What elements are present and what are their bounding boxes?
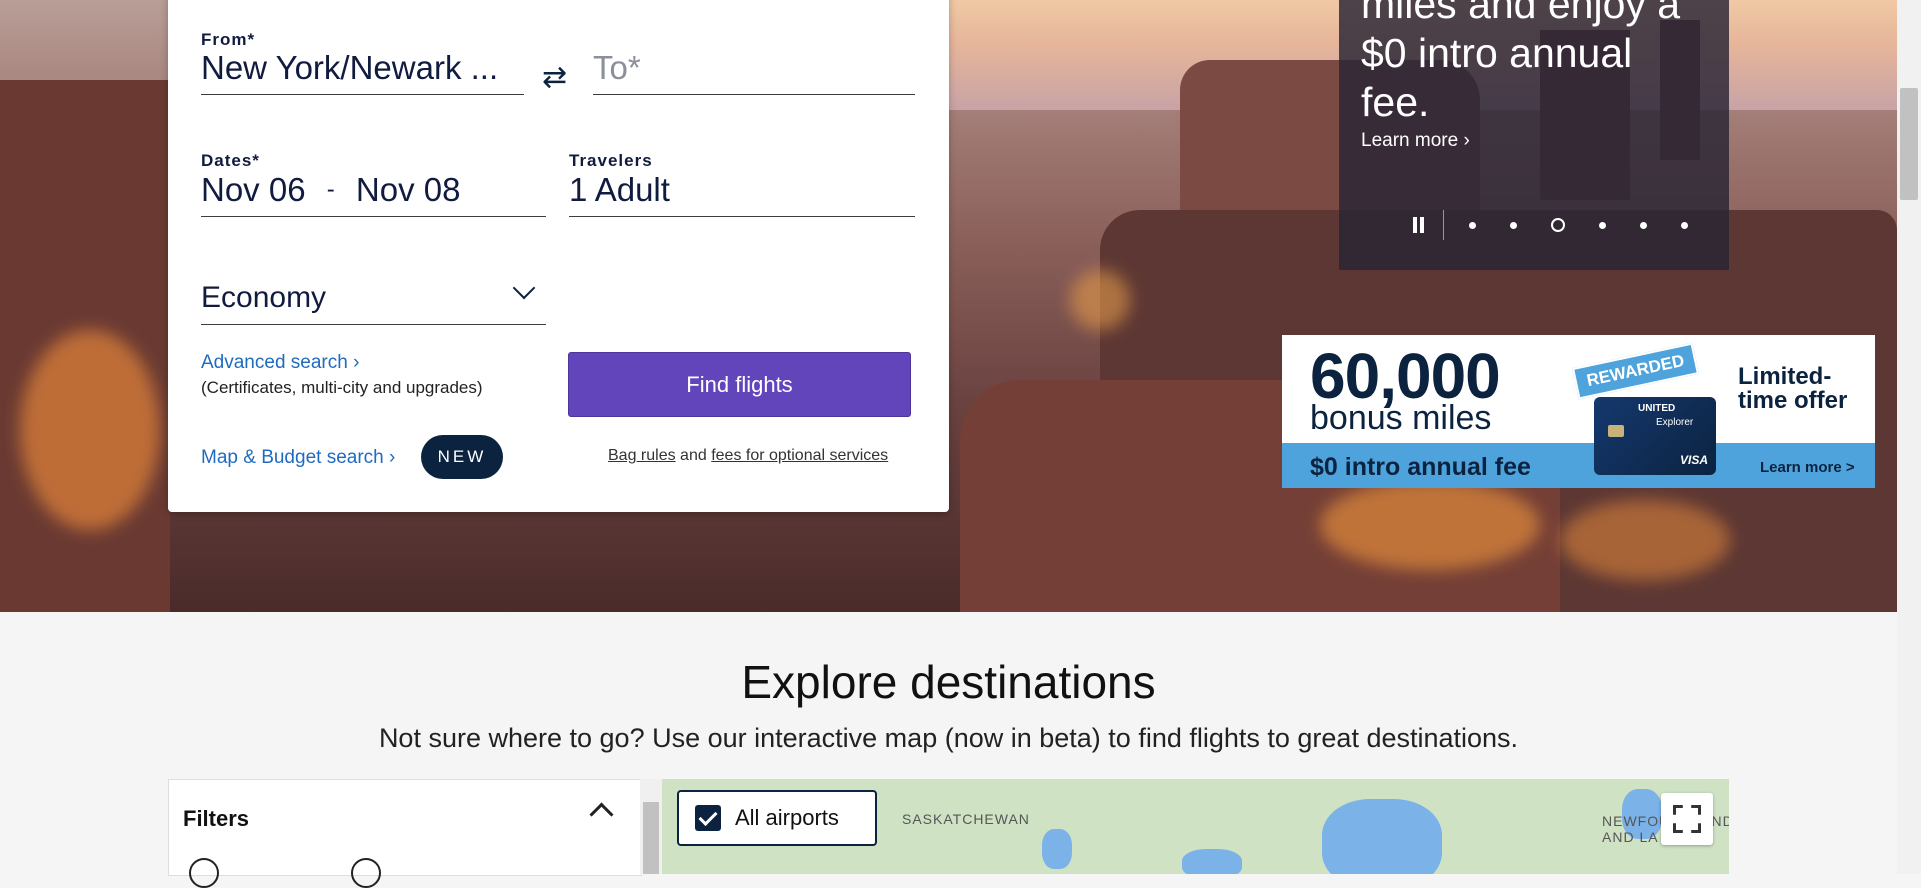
fullscreen-icon xyxy=(1673,805,1701,833)
depart-date: Nov 06 xyxy=(201,171,306,208)
chevron-down-icon xyxy=(512,276,536,300)
checkbox-checked-icon[interactable] xyxy=(695,805,721,831)
hero-background: miles and enjoy a $0 intro annual fee. L… xyxy=(0,0,1897,612)
credit-card-image: UNITED Explorer VISA xyxy=(1594,397,1716,475)
carousel-dot[interactable] xyxy=(1469,221,1476,229)
filters-panel: Filters xyxy=(168,779,642,888)
map-label-saskatchewan: SASKATCHEWAN xyxy=(902,811,1030,827)
card-name: Explorer xyxy=(1656,417,1694,428)
sunlit-rock xyxy=(1560,500,1730,580)
carousel-dot[interactable] xyxy=(1640,221,1647,229)
ad-rewarded-badge: REWARDED xyxy=(1572,342,1700,400)
carousel-dot-active[interactable] xyxy=(1551,218,1565,232)
date-separator: - xyxy=(326,176,335,203)
ad-fee-text: $0 intro annual fee xyxy=(1310,453,1531,481)
radio-icon[interactable] xyxy=(351,858,381,888)
swap-icon[interactable]: ⇄ xyxy=(542,60,567,95)
carousel-dot[interactable] xyxy=(1599,221,1606,229)
all-airports-toggle[interactable]: All airports xyxy=(677,790,877,846)
card-chip-icon xyxy=(1608,425,1624,437)
advanced-search-link[interactable]: Advanced search › xyxy=(201,352,359,374)
sunlit-rock xyxy=(1320,480,1540,570)
credit-card-ad-banner[interactable]: 60,000 bonus miles $0 intro annual fee R… xyxy=(1282,335,1875,488)
advanced-search-note: (Certificates, multi-city and upgrades) xyxy=(201,378,483,397)
cabin-select[interactable]: Economy xyxy=(201,272,546,325)
return-date: Nov 08 xyxy=(355,171,461,208)
map-lake xyxy=(1322,799,1442,874)
travelers-field[interactable]: 1 Adult xyxy=(569,164,915,217)
all-airports-label: All airports xyxy=(735,805,839,830)
explore-title: Explore destinations xyxy=(741,656,1156,708)
carousel-dot[interactable] xyxy=(1681,221,1688,229)
carousel-controls xyxy=(1411,210,1705,240)
pause-icon[interactable] xyxy=(1411,217,1425,233)
map-budget-search-link[interactable]: Map & Budget search › xyxy=(201,447,395,469)
map-lake xyxy=(1042,829,1072,869)
dates-field[interactable]: Nov 06 - Nov 08 xyxy=(201,164,546,217)
filters-title: Filters xyxy=(183,806,250,831)
promo-learn-more-link[interactable]: Learn more › xyxy=(1361,130,1470,152)
filters-scrollbar-thumb[interactable] xyxy=(643,802,659,874)
find-flights-button[interactable]: Find flights xyxy=(568,352,911,417)
to-field[interactable]: To* xyxy=(593,42,915,95)
carousel-divider xyxy=(1443,210,1444,240)
sunlit-rock xyxy=(1070,270,1130,330)
carousel-dot[interactable] xyxy=(1510,221,1517,229)
radio-icon[interactable] xyxy=(189,858,219,888)
ad-bonus-text: bonus miles xyxy=(1310,399,1492,437)
and-text: and xyxy=(680,447,707,464)
cabin-value: Economy xyxy=(201,281,327,314)
page-scrollbar-thumb[interactable] xyxy=(1900,88,1918,200)
card-network: VISA xyxy=(1680,453,1709,467)
promo-text: miles and enjoy a $0 intro annual fee. xyxy=(1361,0,1681,125)
sunlit-rock xyxy=(20,330,160,530)
fees-link[interactable]: fees for optional services xyxy=(711,447,888,464)
fullscreen-button[interactable] xyxy=(1661,793,1713,845)
ad-learn-more[interactable]: Learn more > xyxy=(1760,459,1855,476)
bag-fees-links: Bag rules and fees for optional services xyxy=(608,447,888,465)
flight-search-card: From* New York/Newark ... ⇄ To* Dates* N… xyxy=(168,0,949,512)
map-lake xyxy=(1182,849,1242,874)
card-brand: UNITED xyxy=(1638,403,1676,414)
explore-subtitle: Not sure where to go? Use our interactiv… xyxy=(378,723,1519,753)
ad-limited-offer: Limited-time offer xyxy=(1738,363,1848,414)
promo-panel: miles and enjoy a $0 intro annual fee. L… xyxy=(1339,0,1729,270)
from-field[interactable]: New York/Newark ... xyxy=(201,42,524,95)
new-badge: NEW xyxy=(421,435,503,479)
chevron-up-icon[interactable] xyxy=(589,802,614,827)
bag-rules-link[interactable]: Bag rules xyxy=(608,447,676,464)
